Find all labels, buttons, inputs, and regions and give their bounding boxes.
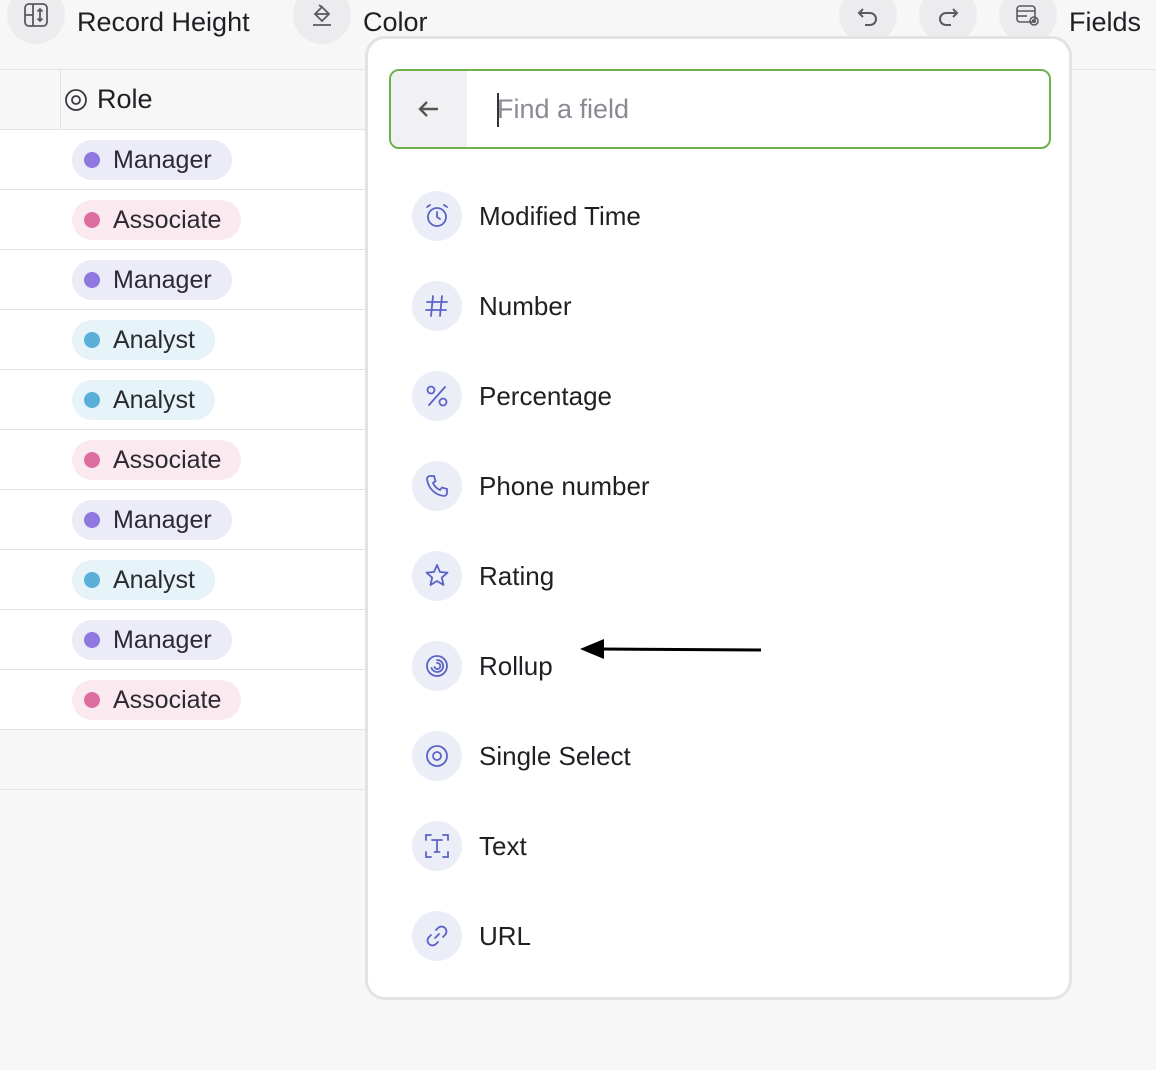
field-type-single-select[interactable]: Single Select xyxy=(412,711,1032,801)
role-color-dot xyxy=(84,632,100,648)
fields-label: Fields xyxy=(1069,6,1142,37)
field-type-label: Rollup xyxy=(479,650,553,681)
percent-icon xyxy=(412,371,462,421)
role-pill: Associate xyxy=(72,680,242,720)
field-search-box xyxy=(389,69,1051,149)
field-type-popup: Modified Time Number Percentage Phone numbe… xyxy=(365,36,1072,1000)
table-row[interactable]: Associate xyxy=(0,670,365,730)
field-type-text[interactable]: Text xyxy=(412,801,1032,891)
single-select-icon xyxy=(412,731,462,781)
table-row-empty[interactable] xyxy=(0,730,365,790)
color-label: Color xyxy=(363,6,428,37)
role-color-dot xyxy=(84,392,100,408)
table-row[interactable]: Associate xyxy=(0,430,365,490)
role-label: Analyst xyxy=(113,325,195,354)
table-row[interactable]: Analyst xyxy=(0,550,365,610)
role-color-dot xyxy=(84,212,100,228)
field-type-label: Modified Time xyxy=(479,200,641,231)
column-header-label: Role xyxy=(97,84,153,114)
role-label: Manager xyxy=(113,505,212,534)
role-color-dot xyxy=(84,572,100,588)
data-table: Role Manager Associate Manager Analyst Analy… xyxy=(0,70,365,790)
field-type-label: Rating xyxy=(479,560,555,591)
field-type-modified-time[interactable]: Modified Time xyxy=(412,171,1032,261)
role-pill: Manager xyxy=(72,500,232,540)
role-pill: Manager xyxy=(72,260,232,300)
record-height-button[interactable]: Record Height xyxy=(7,0,250,44)
field-type-list: Modified Time Number Percentage Phone numbe… xyxy=(412,171,1032,981)
arrow-left-icon xyxy=(418,101,438,117)
role-pill: Manager xyxy=(72,620,232,660)
role-color-dot xyxy=(84,692,100,708)
role-label: Manager xyxy=(113,265,212,294)
back-button[interactable] xyxy=(391,71,467,147)
record-height-icon xyxy=(7,0,65,44)
role-label: Analyst xyxy=(113,385,195,414)
text-icon xyxy=(412,821,462,871)
role-pill: Analyst xyxy=(72,560,215,600)
table-row[interactable]: Manager xyxy=(0,490,365,550)
annotation-arrow-icon xyxy=(580,639,762,659)
field-type-percentage[interactable]: Percentage xyxy=(412,351,1032,441)
role-color-dot xyxy=(84,332,100,348)
column-header-role[interactable]: Role xyxy=(0,70,365,130)
role-label: Associate xyxy=(113,685,222,714)
text-caret xyxy=(497,93,499,127)
spiral-icon xyxy=(412,641,462,691)
role-color-dot xyxy=(84,272,100,288)
field-type-label: URL xyxy=(479,920,532,951)
field-search-input[interactable] xyxy=(495,85,1035,133)
field-type-label: Phone number xyxy=(479,470,650,501)
field-type-url[interactable]: URL xyxy=(412,891,1032,981)
field-type-label: Number xyxy=(479,290,572,321)
role-color-dot xyxy=(84,152,100,168)
role-label: Manager xyxy=(113,625,212,654)
role-pill: Manager xyxy=(72,140,232,180)
role-label: Associate xyxy=(113,445,222,474)
role-pill: Associate xyxy=(72,200,242,240)
role-label: Associate xyxy=(113,205,222,234)
paint-bucket-icon xyxy=(293,0,351,44)
record-height-label: Record Height xyxy=(77,6,250,37)
table-row[interactable]: Manager xyxy=(0,250,365,310)
table-row[interactable]: Analyst xyxy=(0,370,365,430)
role-label: Analyst xyxy=(113,565,195,594)
role-pill: Associate xyxy=(72,440,242,480)
table-rows: Manager Associate Manager Analyst Analyst Ass… xyxy=(0,130,365,730)
table-row[interactable]: Analyst xyxy=(0,310,365,370)
star-icon xyxy=(412,551,462,601)
role-color-dot xyxy=(84,512,100,528)
role-pill: Analyst xyxy=(72,380,215,420)
field-type-label: Percentage xyxy=(479,380,612,411)
field-type-label: Text xyxy=(479,830,527,861)
field-type-rating[interactable]: Rating xyxy=(412,531,1032,621)
hash-icon xyxy=(412,281,462,331)
table-row[interactable]: Associate xyxy=(0,190,365,250)
role-label: Manager xyxy=(113,145,212,174)
phone-icon xyxy=(412,461,462,511)
field-type-phone-number[interactable]: Phone number xyxy=(412,441,1032,531)
role-pill: Analyst xyxy=(72,320,215,360)
field-type-label: Single Select xyxy=(479,740,631,771)
link-icon xyxy=(412,911,462,961)
field-type-number[interactable]: Number xyxy=(412,261,1032,351)
table-row[interactable]: Manager xyxy=(0,130,365,190)
role-color-dot xyxy=(84,452,100,468)
table-row[interactable]: Manager xyxy=(0,610,365,670)
clock-icon xyxy=(412,191,462,241)
single-select-icon xyxy=(65,89,87,111)
